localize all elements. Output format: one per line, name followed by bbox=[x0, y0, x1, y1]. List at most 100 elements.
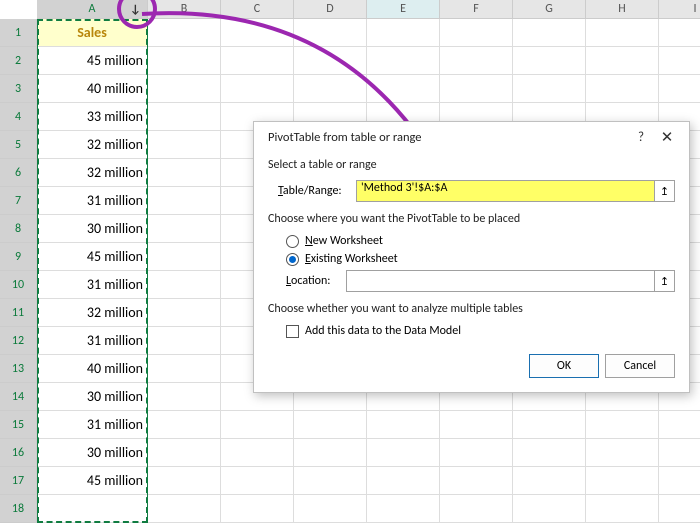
cell-g16[interactable] bbox=[513, 439, 586, 467]
cell-f18[interactable] bbox=[440, 495, 513, 523]
cell-f2[interactable] bbox=[440, 47, 513, 75]
cell-g1[interactable] bbox=[513, 19, 586, 47]
cell-h3[interactable] bbox=[586, 75, 659, 103]
collapse-dialog-button[interactable]: ↥ bbox=[655, 270, 675, 292]
cell-b11[interactable] bbox=[148, 299, 221, 327]
cell-b13[interactable] bbox=[148, 355, 221, 383]
cell-b15[interactable] bbox=[148, 411, 221, 439]
cell-a16[interactable]: 30 million bbox=[37, 439, 148, 467]
cell-d2[interactable] bbox=[294, 47, 367, 75]
cell-b12[interactable] bbox=[148, 327, 221, 355]
cell-a13[interactable]: 40 million bbox=[37, 355, 148, 383]
cell-a11[interactable]: 32 million bbox=[37, 299, 148, 327]
radio-new-worksheet[interactable]: New Worksheet bbox=[286, 234, 675, 248]
col-header-g[interactable]: G bbox=[513, 0, 586, 19]
cell-a3[interactable]: 40 million bbox=[37, 75, 148, 103]
cell-e16[interactable] bbox=[367, 439, 440, 467]
cell-g15[interactable] bbox=[513, 411, 586, 439]
cell-b5[interactable] bbox=[148, 131, 221, 159]
cell-d17[interactable] bbox=[294, 467, 367, 495]
cell-e15[interactable] bbox=[367, 411, 440, 439]
cell-e3[interactable] bbox=[367, 75, 440, 103]
cell-d18[interactable] bbox=[294, 495, 367, 523]
cell-a17[interactable]: 45 million bbox=[37, 467, 148, 495]
cell-b10[interactable] bbox=[148, 271, 221, 299]
row-header-9[interactable]: 9 bbox=[0, 243, 37, 271]
cell-h16[interactable] bbox=[586, 439, 659, 467]
col-header-e[interactable]: E bbox=[367, 0, 440, 19]
row-header-3[interactable]: 3 bbox=[0, 75, 37, 103]
cell-g2[interactable] bbox=[513, 47, 586, 75]
cell-d16[interactable] bbox=[294, 439, 367, 467]
cell-a12[interactable]: 31 million bbox=[37, 327, 148, 355]
cell-b16[interactable] bbox=[148, 439, 221, 467]
cell-c15[interactable] bbox=[221, 411, 294, 439]
radio-existing-worksheet[interactable]: Existing Worksheet bbox=[286, 252, 675, 266]
row-header-5[interactable]: 5 bbox=[0, 131, 37, 159]
cell-a1[interactable]: Sales bbox=[37, 19, 148, 47]
cell-i1[interactable] bbox=[659, 19, 700, 47]
row-header-2[interactable]: 2 bbox=[0, 47, 37, 75]
row-header-13[interactable]: 13 bbox=[0, 355, 37, 383]
cell-d15[interactable] bbox=[294, 411, 367, 439]
cell-a6[interactable]: 32 million bbox=[37, 159, 148, 187]
row-header-15[interactable]: 15 bbox=[0, 411, 37, 439]
cell-i18[interactable] bbox=[659, 495, 700, 523]
row-header-12[interactable]: 12 bbox=[0, 327, 37, 355]
cell-e17[interactable] bbox=[367, 467, 440, 495]
location-input[interactable] bbox=[346, 270, 655, 292]
cell-c18[interactable] bbox=[221, 495, 294, 523]
cell-h15[interactable] bbox=[586, 411, 659, 439]
cell-i16[interactable] bbox=[659, 439, 700, 467]
col-header-d[interactable]: D bbox=[294, 0, 367, 19]
col-header-f[interactable]: F bbox=[440, 0, 513, 19]
cell-b18[interactable] bbox=[148, 495, 221, 523]
cell-a5[interactable]: 32 million bbox=[37, 131, 148, 159]
cell-h17[interactable] bbox=[586, 467, 659, 495]
cell-b1[interactable] bbox=[148, 19, 221, 47]
cell-a4[interactable]: 33 million bbox=[37, 103, 148, 131]
cell-b8[interactable] bbox=[148, 215, 221, 243]
row-header-17[interactable]: 17 bbox=[0, 467, 37, 495]
cell-c1[interactable] bbox=[221, 19, 294, 47]
cell-i15[interactable] bbox=[659, 411, 700, 439]
cancel-button[interactable]: Cancel bbox=[605, 354, 675, 378]
cell-b9[interactable] bbox=[148, 243, 221, 271]
row-header-14[interactable]: 14 bbox=[0, 383, 37, 411]
cell-c17[interactable] bbox=[221, 467, 294, 495]
cell-f3[interactable] bbox=[440, 75, 513, 103]
cell-b6[interactable] bbox=[148, 159, 221, 187]
cell-a10[interactable]: 31 million bbox=[37, 271, 148, 299]
row-header-10[interactable]: 10 bbox=[0, 271, 37, 299]
cell-f15[interactable] bbox=[440, 411, 513, 439]
cell-f17[interactable] bbox=[440, 467, 513, 495]
close-button[interactable]: ✕ bbox=[653, 128, 681, 147]
cell-a15[interactable]: 31 million bbox=[37, 411, 148, 439]
cell-e1[interactable] bbox=[367, 19, 440, 47]
cell-g18[interactable] bbox=[513, 495, 586, 523]
row-header-4[interactable]: 4 bbox=[0, 103, 37, 131]
cell-b7[interactable] bbox=[148, 187, 221, 215]
cell-a9[interactable]: 45 million bbox=[37, 243, 148, 271]
cell-i2[interactable] bbox=[659, 47, 700, 75]
cell-b14[interactable] bbox=[148, 383, 221, 411]
cell-d3[interactable] bbox=[294, 75, 367, 103]
cell-f1[interactable] bbox=[440, 19, 513, 47]
help-button[interactable]: ? bbox=[629, 130, 653, 145]
col-header-c[interactable]: C bbox=[221, 0, 294, 19]
cell-g17[interactable] bbox=[513, 467, 586, 495]
cell-b2[interactable] bbox=[148, 47, 221, 75]
row-header-1[interactable]: 1 bbox=[0, 19, 37, 47]
col-header-h[interactable]: H bbox=[586, 0, 659, 19]
cell-b4[interactable] bbox=[148, 103, 221, 131]
dialog-titlebar[interactable]: PivotTable from table or range ? ✕ bbox=[254, 122, 689, 152]
cell-f16[interactable] bbox=[440, 439, 513, 467]
cell-a18[interactable] bbox=[37, 495, 148, 523]
cell-a8[interactable]: 30 million bbox=[37, 215, 148, 243]
col-header-b[interactable]: B bbox=[148, 0, 221, 19]
cell-c3[interactable] bbox=[221, 75, 294, 103]
cell-d1[interactable] bbox=[294, 19, 367, 47]
cell-h1[interactable] bbox=[586, 19, 659, 47]
row-header-11[interactable]: 11 bbox=[0, 299, 37, 327]
cell-a7[interactable]: 31 million bbox=[37, 187, 148, 215]
